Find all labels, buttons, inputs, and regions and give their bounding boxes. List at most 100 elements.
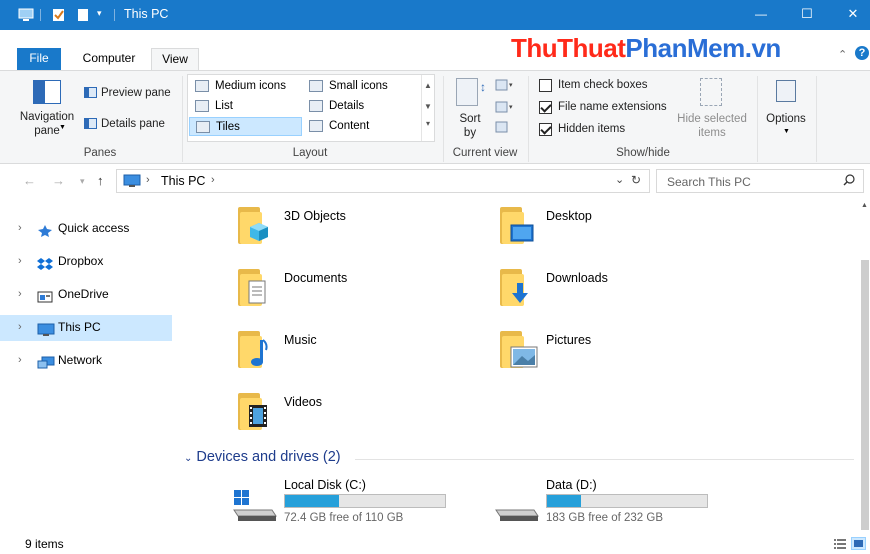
options-label: Options <box>766 113 806 125</box>
help-icon[interactable]: ? <box>855 46 869 60</box>
title-bar: ▾ This PC — ☐ ✕ <box>0 0 870 30</box>
breadcrumb-chevron-icon[interactable]: › <box>146 174 150 186</box>
sidebar-item-this-pc[interactable]: › This PC <box>0 315 172 341</box>
window-title: This PC <box>124 7 169 21</box>
new-folder-icon[interactable] <box>76 8 90 21</box>
chevron-right-icon[interactable]: › <box>18 315 22 339</box>
hidden-items-checkbox[interactable] <box>539 123 552 136</box>
preview-pane-button[interactable]: Preview pane <box>84 86 171 100</box>
chevron-down-icon: ▼ <box>783 128 790 135</box>
chevron-right-icon[interactable]: › <box>18 282 22 306</box>
sidebar-item-network[interactable]: › Network <box>0 348 172 374</box>
layout-tiles[interactable]: Tiles <box>189 117 302 136</box>
sort-by-button[interactable]: ↕ Sort by <box>452 76 488 140</box>
hide-selected-items-button[interactable]: Hide selected items <box>674 76 750 140</box>
layout-scroll[interactable]: ▲ ▼ ▾ <box>421 75 434 141</box>
tiles-icon <box>196 121 210 133</box>
item-check-boxes-label[interactable]: Item check boxes <box>558 78 647 92</box>
breadcrumb-chevron-icon[interactable]: › <box>211 174 215 186</box>
drive-usage-bar <box>546 494 708 508</box>
address-bar[interactable]: › This PC › ⌄ ↻ <box>116 169 650 193</box>
layout-list[interactable]: List <box>189 97 301 116</box>
item-check-boxes-checkbox[interactable] <box>539 79 552 92</box>
recent-locations-icon[interactable]: ▾ <box>80 176 85 187</box>
folder-pictures[interactable]: Pictures <box>500 328 760 384</box>
chevron-right-icon[interactable]: › <box>18 348 22 372</box>
folder-downloads[interactable]: Downloads <box>500 266 760 322</box>
group-label-current-view: Current view <box>452 147 518 159</box>
folder-documents[interactable]: Documents <box>238 266 498 322</box>
chevron-down-icon: ▼ <box>59 124 66 131</box>
svg-text:▾: ▾ <box>509 82 513 89</box>
ribbon-separator <box>443 76 444 162</box>
ribbon-separator <box>757 76 758 162</box>
search-icon[interactable] <box>843 174 855 189</box>
add-columns-icon[interactable]: ▾ <box>495 100 515 116</box>
navigation-pane-button[interactable]: Navigation pane ▼ <box>17 78 77 140</box>
layout-content[interactable]: Content <box>303 117 419 136</box>
watermark-logo: ThuThuatPhanMem.vn <box>511 33 781 63</box>
ribbon-separator <box>182 76 183 162</box>
chevron-right-icon[interactable]: › <box>18 249 22 273</box>
options-button[interactable]: Options ▼ <box>762 76 810 140</box>
sidebar-item-quick-access[interactable]: › Quick access <box>0 216 172 242</box>
minimize-button[interactable]: — <box>738 0 784 30</box>
file-name-extensions-checkbox[interactable] <box>539 101 552 114</box>
details-view-icon[interactable] <box>834 538 846 552</box>
drive-icon <box>494 490 539 521</box>
items-count: 9 items <box>25 537 64 551</box>
breadcrumb-this-pc[interactable]: This PC <box>161 174 205 188</box>
details-icon <box>309 100 323 112</box>
windows-drive-icon <box>232 490 277 521</box>
drive-data-d[interactable]: Data (D:) 183 GB free of 232 GB <box>494 476 754 526</box>
folder-videos[interactable]: Videos <box>238 390 498 446</box>
forward-arrow-icon[interactable]: → <box>52 173 65 188</box>
scroll-up-icon[interactable]: ▲ <box>422 81 434 90</box>
this-pc-icon <box>123 174 141 191</box>
devices-section-header[interactable]: ⌄ Devices and drives (2) <box>184 449 341 465</box>
tab-computer[interactable]: Computer <box>73 48 145 70</box>
onedrive-icon <box>37 288 53 303</box>
layout-medium-icons[interactable]: Medium icons <box>189 77 301 96</box>
collapse-ribbon-icon[interactable]: ⌃ <box>838 48 847 61</box>
content-scrollbar[interactable]: ▲ <box>860 200 870 530</box>
refresh-icon[interactable]: ↻ <box>631 173 641 187</box>
chevron-right-icon[interactable]: › <box>18 216 22 240</box>
content-icon <box>309 120 323 132</box>
list-icon <box>195 100 209 112</box>
search-input[interactable]: Search This PC <box>656 169 864 193</box>
maximize-button[interactable]: ☐ <box>784 0 830 30</box>
up-arrow-icon[interactable]: ↑ <box>97 173 104 188</box>
customize-quick-access-icon[interactable]: ▾ <box>97 8 111 21</box>
this-pc-icon[interactable] <box>18 8 34 21</box>
scroll-down-icon[interactable]: ▼ <box>422 102 434 111</box>
sidebar-item-dropbox[interactable]: › Dropbox <box>0 249 172 275</box>
back-arrow-icon[interactable]: ← <box>23 173 36 188</box>
layout-small-icons[interactable]: Small icons <box>303 77 419 96</box>
folder-3d-objects[interactable]: 3D Objects <box>238 204 498 260</box>
sidebar-item-onedrive[interactable]: › OneDrive <box>0 282 172 308</box>
hidden-items-label[interactable]: Hidden items <box>558 122 625 136</box>
close-button[interactable]: ✕ <box>830 0 870 30</box>
tab-view[interactable]: View <box>151 48 199 71</box>
tab-file[interactable]: File <box>17 48 61 70</box>
scroll-up-icon[interactable]: ▲ <box>861 202 868 209</box>
group-by-icon[interactable]: ▾ <box>495 78 515 94</box>
properties-icon[interactable] <box>52 8 66 21</box>
drive-local-disk-c[interactable]: Local Disk (C:) 72.4 GB free of 110 GB <box>232 476 492 526</box>
large-icons-view-icon[interactable] <box>851 537 866 550</box>
folder-music[interactable]: Music <box>238 328 498 384</box>
file-name-extensions-label[interactable]: File name extensions <box>558 100 667 114</box>
preview-pane-label: Preview pane <box>101 87 171 99</box>
chevron-down-icon[interactable]: ⌄ <box>184 453 192 464</box>
status-bar <box>0 534 870 554</box>
scrollbar-thumb[interactable] <box>861 260 869 530</box>
address-dropdown-icon[interactable]: ⌄ <box>615 173 624 186</box>
layout-details[interactable]: Details <box>303 97 419 116</box>
drive-usage-bar <box>284 494 446 508</box>
drive-usage-fill <box>285 495 340 507</box>
folder-desktop[interactable]: Desktop <box>500 204 760 260</box>
details-pane-button[interactable]: Details pane <box>84 117 165 131</box>
size-columns-icon[interactable] <box>495 120 511 136</box>
expand-gallery-icon[interactable]: ▾ <box>422 119 434 128</box>
